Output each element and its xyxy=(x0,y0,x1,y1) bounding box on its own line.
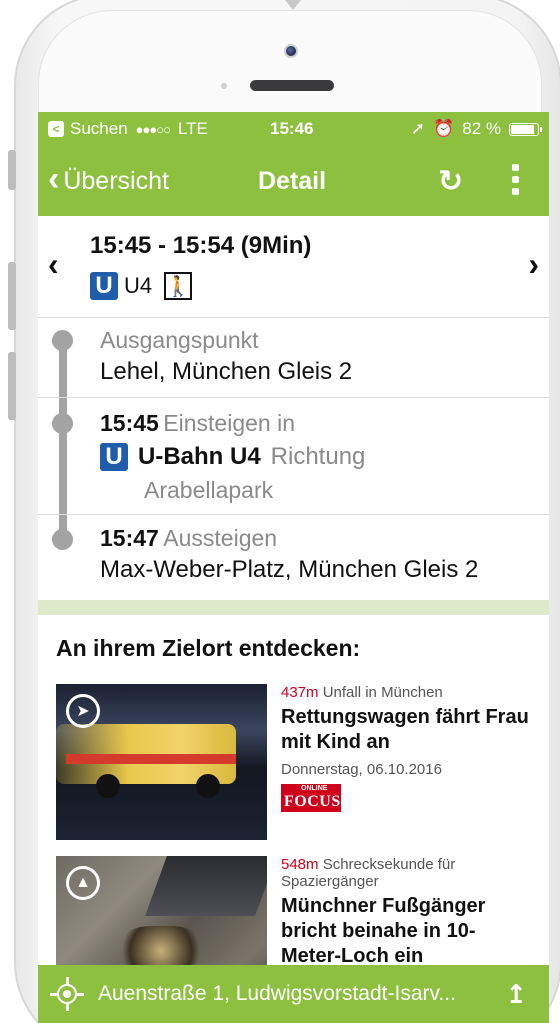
target-tick xyxy=(66,1004,69,1011)
status-right: ➚ ⏰ 82 % xyxy=(410,119,542,139)
stop-action: Einsteigen in xyxy=(163,410,295,436)
news-distance: 548m xyxy=(281,856,319,873)
more-options-icon[interactable] xyxy=(512,164,520,200)
battery-level-fill xyxy=(511,124,534,134)
route-timeline: Ausgangspunkt Lehel, München Gleis 2 15:… xyxy=(38,318,549,600)
current-location-bar[interactable]: Auenstraße 1, Ludwigsvorstadt-Isarv... ↥ xyxy=(38,965,549,1023)
volume-up-button xyxy=(8,262,16,330)
news-item[interactable]: ➤ 437m Unfall in München Rettungswagen f… xyxy=(56,684,531,844)
connection-time-range: 15:45 - 15:54 (9Min) xyxy=(90,232,312,259)
signal-strength: ●●●○○ xyxy=(135,121,171,137)
ambulance-stripe xyxy=(66,754,236,764)
news-image[interactable]: ➤ xyxy=(56,684,267,840)
stop-place: Max-Weber-Platz, München Gleis 2 xyxy=(100,556,479,583)
refresh-icon[interactable]: ↻ xyxy=(438,164,463,199)
target-tick xyxy=(77,993,84,996)
target-tick xyxy=(66,977,69,984)
navigation-compass-icon[interactable]: ➤ xyxy=(66,694,100,728)
location-arrow-icon: ➚ xyxy=(410,119,426,138)
stop-exit[interactable]: 15:47 Aussteigen Max-Weber-Platz, Münche… xyxy=(38,515,549,600)
stop-start[interactable]: Ausgangspunkt Lehel, München Gleis 2 xyxy=(38,318,549,398)
stop-time: 15:47 xyxy=(100,525,159,551)
wheel xyxy=(196,774,220,798)
back-button-label: Übersicht xyxy=(63,166,169,195)
back-to-app-icon[interactable]: < xyxy=(48,121,64,137)
status-bar: < Suchen ●●●○○ LTE 15:46 ➚ ⏰ 82 % xyxy=(38,112,549,146)
news-text: 437m Unfall in München Rettungswagen fäh… xyxy=(281,684,531,844)
ubahn-icon: U xyxy=(90,272,118,300)
connection-summary: ‹ 15:45 - 15:54 (9Min) U U4 🚶 › xyxy=(38,216,549,318)
stop-board[interactable]: 15:45 Einsteigen in U U-Bahn U4 Richtung… xyxy=(38,398,549,515)
back-to-app-label[interactable]: Suchen xyxy=(70,119,128,139)
news-date: Donnerstag, 06.10.2016 xyxy=(281,761,442,778)
app-screen: < Suchen ●●●○○ LTE 15:46 ➚ ⏰ 82 % ‹ Über… xyxy=(38,112,549,1023)
news-meta: 548m Schrecksekunde für Spaziergänger xyxy=(281,856,531,890)
focus-online-logo: ONLINE FOCUS xyxy=(281,784,341,812)
line-row: U U-Bahn U4 Richtung xyxy=(100,443,549,471)
alarm-icon: ⏰ xyxy=(433,119,455,138)
line-label: U4 xyxy=(124,273,153,298)
battery-percent: 82 % xyxy=(462,119,501,138)
section-title: An ihrem Zielort entdecken: xyxy=(56,635,361,661)
page-title: Detail xyxy=(258,166,327,195)
walking-icon: 🚶 xyxy=(164,272,193,300)
ubahn-icon: U xyxy=(100,443,128,471)
mute-switch xyxy=(8,150,16,190)
chevron-left-icon: ‹ xyxy=(48,160,60,198)
share-icon[interactable]: ↥ xyxy=(505,979,527,1010)
location-target-icon[interactable] xyxy=(50,977,84,1011)
navigation-bar: ‹ Übersicht Detail ↻ xyxy=(38,146,549,216)
line-name: U-Bahn U4 xyxy=(138,443,261,470)
line-destination: Arabellapark xyxy=(144,477,274,503)
previous-connection-icon[interactable]: ‹ xyxy=(48,246,59,283)
front-camera xyxy=(284,44,298,58)
network-type: LTE xyxy=(177,119,208,138)
target-dot xyxy=(63,990,71,998)
navigation-compass-icon[interactable]: ▲ xyxy=(66,866,100,900)
target-tick xyxy=(50,993,57,996)
stop-place: Lehel, München Gleis 2 xyxy=(100,358,353,385)
direction-label: Richtung xyxy=(270,443,366,470)
discover-section: An ihrem Zielort entdecken: ➤ 437m Unfal… xyxy=(38,615,549,1016)
proximity-sensor xyxy=(221,83,227,89)
stop-label: Ausgangspunkt xyxy=(100,327,259,353)
next-connection-icon[interactable]: › xyxy=(528,246,539,283)
news-title[interactable]: Münchner Fußgänger bricht beinahe in 10-… xyxy=(281,894,531,969)
earpiece-speaker xyxy=(250,80,334,91)
wheel xyxy=(96,774,120,798)
connection-legs: U U4 🚶 xyxy=(90,272,193,300)
section-divider xyxy=(38,600,549,615)
news-meta: 437m Unfall in München xyxy=(281,684,531,701)
photo-shape xyxy=(145,856,267,916)
clock: 15:46 xyxy=(270,119,314,138)
volume-down-button xyxy=(8,352,16,420)
source-tag: ONLINE xyxy=(301,785,328,792)
battery-icon xyxy=(509,122,542,136)
stop-time: 15:45 xyxy=(100,410,159,436)
stop-action: Aussteigen xyxy=(163,525,278,551)
current-address[interactable]: Auenstraße 1, Ludwigsvorstadt-Isarv... xyxy=(98,982,505,1006)
frame-marker xyxy=(285,0,301,10)
news-distance: 437m xyxy=(281,684,319,701)
back-button[interactable]: ‹ Übersicht xyxy=(38,160,169,199)
news-category: Unfall in München xyxy=(322,684,443,701)
news-title[interactable]: Rettungswagen fährt Frau mit Kind an xyxy=(281,705,531,755)
source-name: FOCUS xyxy=(284,793,341,810)
